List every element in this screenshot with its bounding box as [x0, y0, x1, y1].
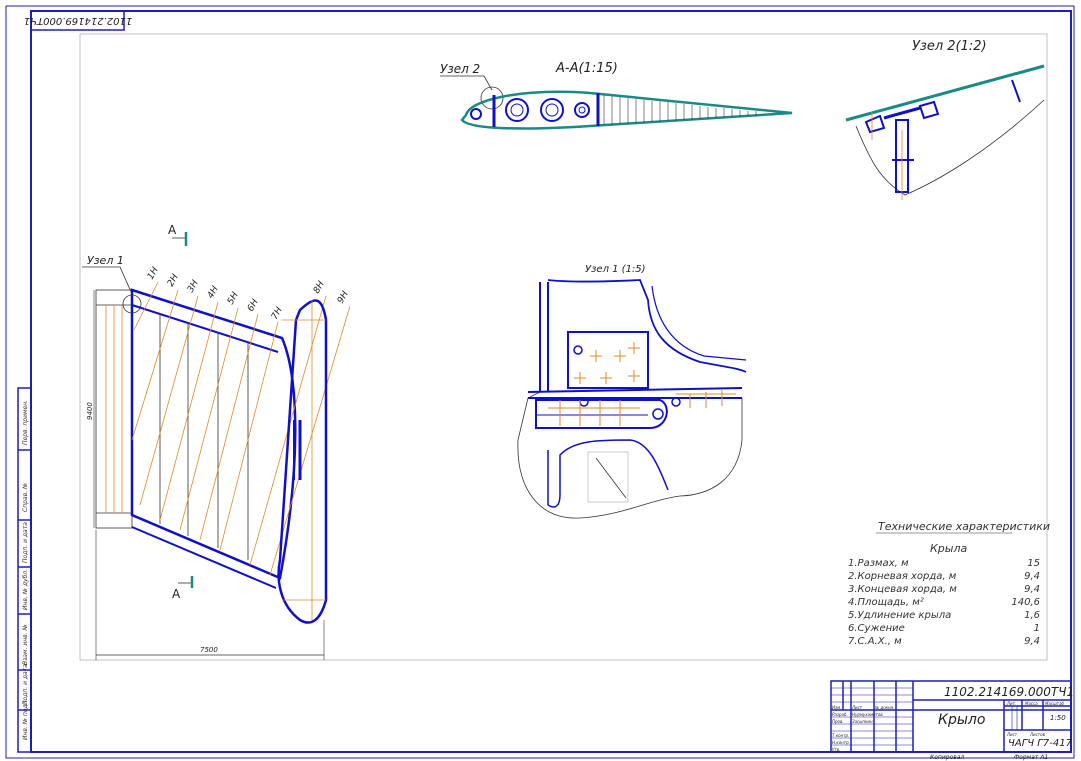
node2-callout: Узел 2: [440, 62, 480, 76]
part-name: Крыло: [938, 712, 985, 728]
scale-value: 1:50: [1050, 714, 1066, 722]
tb-row-role-3: Пров.: [832, 719, 844, 724]
scale-header: Масштаб: [1045, 701, 1065, 706]
rib-label-1: 1Н: [146, 265, 161, 281]
spec-value-7: 9,4: [1024, 636, 1040, 647]
drawing-sheet: 1102.214169.000ТЧ1 Инв. № подл. Подп. и …: [5, 5, 1075, 761]
tb-row-name-3: Засыпкин: [852, 719, 873, 724]
tb-row-doc-1: № докум.: [874, 705, 895, 710]
side-stamp-2: Взам. инв. №: [22, 624, 29, 665]
format-label: Формат А1: [1014, 754, 1048, 761]
org-code: ЧАГЧ Г7-417: [1008, 738, 1073, 749]
side-stamp-1: Подп. и дата: [22, 664, 29, 705]
node1-detail-title: Узел 1 (1:5): [585, 264, 646, 275]
spec-value-5: 1,6: [1024, 610, 1040, 621]
rib-label-6: 6Н: [246, 297, 261, 313]
side-stamp-6: Перв. примен.: [22, 400, 29, 445]
dim-span: 7500: [200, 646, 218, 654]
top-code-stamp: 1102.214169.000ТЧ1: [24, 10, 132, 31]
tb-row-name-1: Лист: [851, 705, 863, 710]
copied-label: Копировал: [930, 754, 964, 761]
wing-outline: [130, 288, 297, 580]
wing-plan-view: Узел 1 1Н 2Н 3Н 4Н 5Н 6Н 7Н 8Н 9Н А А 75…: [82, 223, 351, 660]
specs-title: Технические характеристики: [878, 520, 1050, 533]
tb-row-role-5: Н.контр.: [832, 740, 850, 745]
main-frame: [30, 10, 1072, 753]
spec-label-1: 1.Размах, м: [848, 558, 909, 569]
tb-row-role-1: Изм.: [832, 705, 841, 710]
mass-header: Масса: [1025, 701, 1038, 706]
sheet-label: Лист: [1006, 732, 1018, 737]
spec-value-4: 140,6: [1011, 597, 1040, 608]
rib-label-3: 3Н: [186, 278, 201, 294]
sheets-label: Листов: [1029, 732, 1046, 737]
side-stamp-5: Справ. №: [22, 483, 29, 512]
rib-label-7: 7Н: [270, 305, 285, 321]
tb-row-name-2: Нурмухаметов: [852, 712, 883, 717]
side-stamp-4: Подп. и дата: [22, 522, 29, 563]
top-code-text: 1102.214169.000ТЧ1: [24, 15, 132, 26]
specs-block: Технические характеристики Крыла 1.Разма…: [848, 520, 1050, 647]
section-marker-bottom: А: [172, 587, 181, 601]
lit-header: Лит.: [1006, 701, 1016, 706]
side-stamp-labels: Инв. № подл. Подп. и дата Взам. инв. № И…: [22, 400, 29, 740]
spec-value-1: 15: [1027, 558, 1040, 569]
section-aa-view: А-А(1:15) Узел 2: [440, 61, 793, 130]
spec-value-3: 9,4: [1024, 584, 1040, 595]
spec-value-6: 1: [1034, 623, 1040, 634]
rib-label-4: 4Н: [206, 284, 221, 300]
spec-label-4: 4.Площадь, м²: [848, 597, 924, 608]
section-marker-top: А: [168, 223, 177, 237]
spec-label-5: 5.Удлинение крыла: [848, 610, 951, 621]
section-aa-label: А-А(1:15): [555, 61, 618, 76]
tb-row-role-6: Утв.: [832, 747, 840, 752]
tb-row-role-2: Разраб.: [832, 712, 848, 717]
dim-chord: 9400: [86, 402, 94, 420]
rib-label-5: 5Н: [226, 290, 241, 306]
doc-code: 1102.214169.000ТЧ1: [944, 685, 1074, 699]
node2-detail-view: Узел 2(1:2): [845, 39, 1045, 200]
node1-callout: Узел 1: [87, 254, 124, 267]
tb-row-role-4: Т.контр.: [832, 733, 849, 738]
spec-label-6: 6.Сужение: [848, 623, 905, 634]
side-stamp-3: Инв. № дубл.: [22, 569, 29, 610]
specs-subtitle: Крыла: [930, 542, 968, 555]
spec-label-3: 3.Концевая хорда, м: [848, 584, 957, 595]
spec-value-2: 9,4: [1024, 571, 1040, 582]
spec-label-2: 2.Корневая хорда, м: [848, 571, 957, 582]
node2-detail-title: Узел 2(1:2): [912, 39, 987, 54]
rib-label-2: 2Н: [166, 272, 181, 288]
rib-label-8: 8Н: [312, 279, 327, 295]
node1-detail-view: Узел 1 (1:5): [517, 264, 747, 519]
title-block: 1102.214169.000ТЧ1 Крыло ЧАГЧ Г7-417 1:5…: [830, 680, 1074, 761]
rib-label-9: 9Н: [336, 289, 351, 305]
spec-label-7: 7.С.А.Х., м: [848, 636, 902, 647]
